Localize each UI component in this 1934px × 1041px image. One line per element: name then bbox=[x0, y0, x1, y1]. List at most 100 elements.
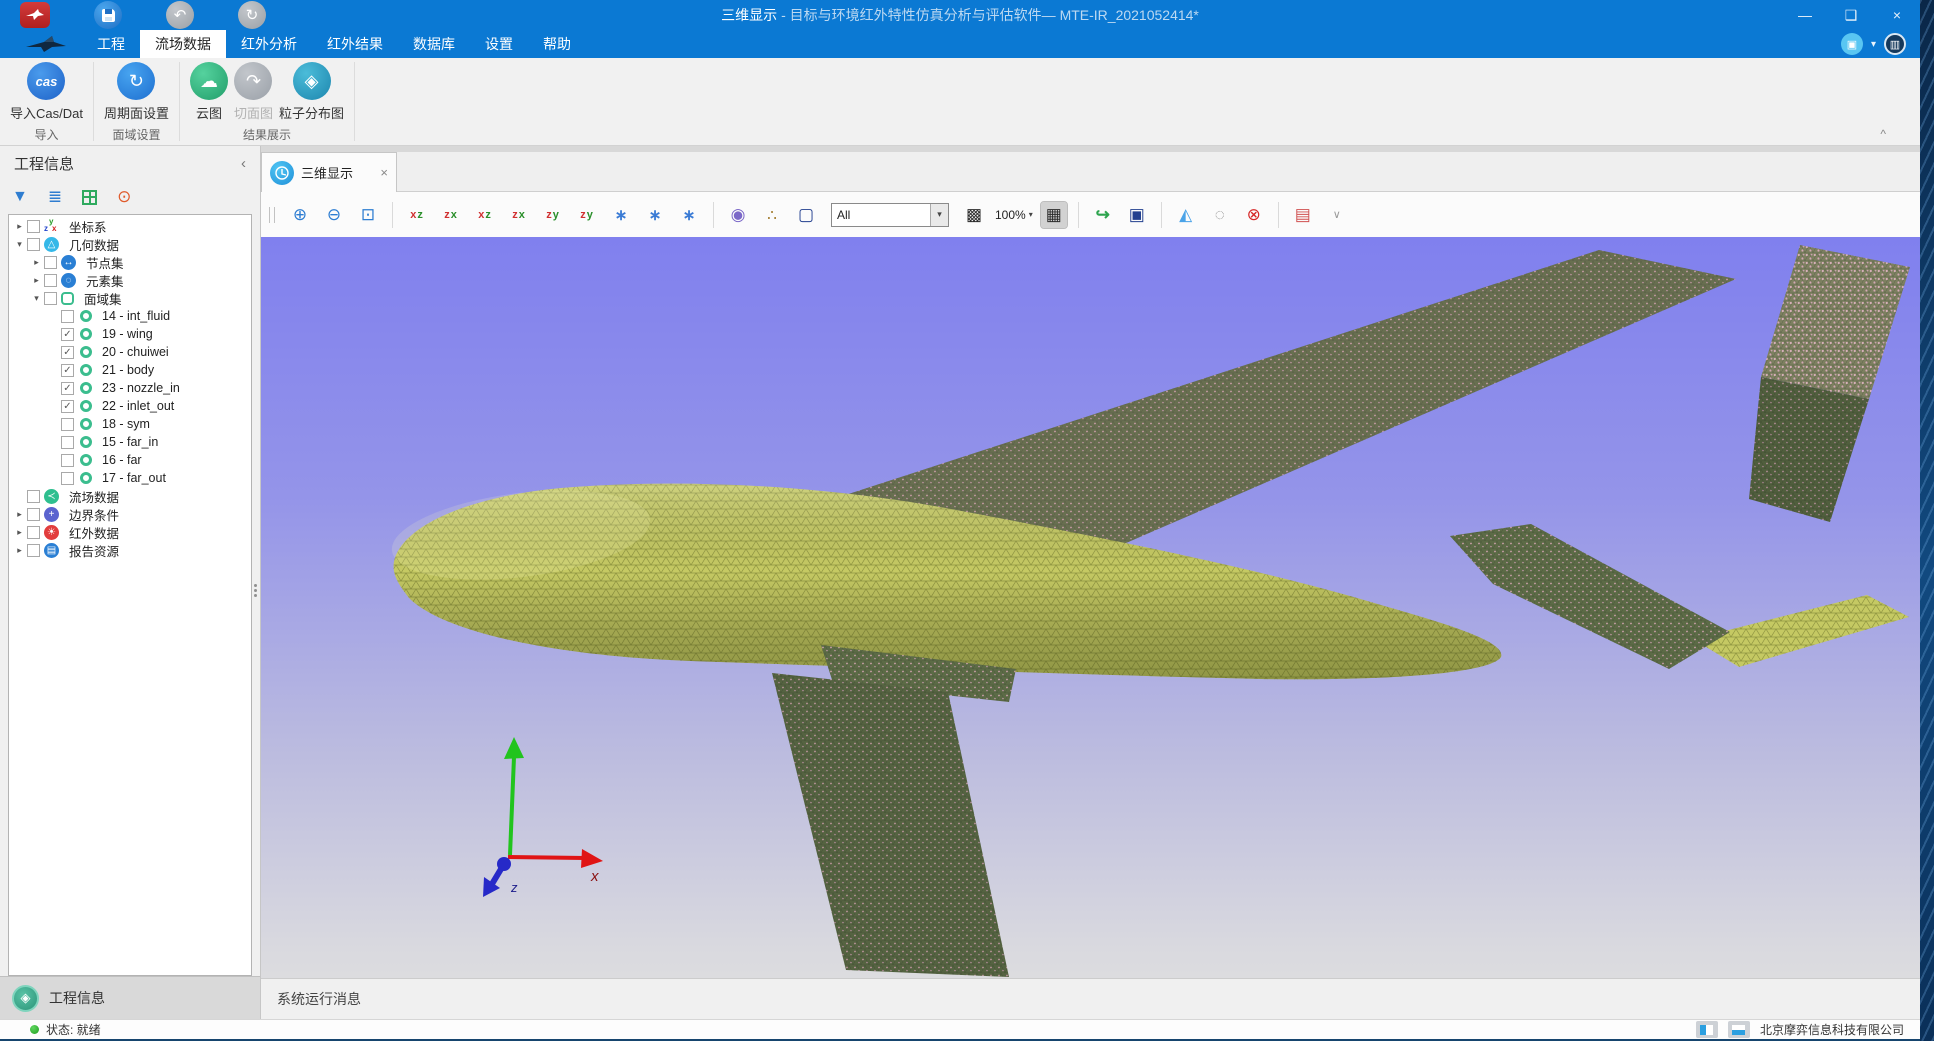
tab-close-icon[interactable]: × bbox=[380, 165, 388, 180]
ribbon-button-云图[interactable]: ☁云图 bbox=[190, 62, 228, 122]
checkbox-15 - far_in[interactable] bbox=[61, 436, 74, 449]
select-box-icon[interactable]: ▢ bbox=[793, 202, 819, 228]
screenshot-icon[interactable]: ▣ bbox=[1124, 202, 1150, 228]
close-button[interactable]: × bbox=[1874, 0, 1920, 30]
cancel-icon[interactable]: ⊗ bbox=[1241, 202, 1267, 228]
view-top-icon[interactable]: zy bbox=[540, 202, 566, 228]
mirror-icon[interactable]: ◭ bbox=[1173, 202, 1199, 228]
expander-closed-icon[interactable]: ▸ bbox=[13, 221, 26, 232]
checkbox-边界条件[interactable] bbox=[27, 508, 40, 521]
menu-item-设置[interactable]: 设置 bbox=[470, 30, 528, 58]
tree-item-节点集[interactable]: ▸↔节点集 bbox=[9, 253, 251, 271]
zoom-out-icon[interactable]: ⊖ bbox=[321, 202, 347, 228]
expander-closed-icon[interactable]: ▸ bbox=[13, 527, 26, 538]
filter-icon[interactable]: ▼ bbox=[12, 188, 28, 206]
view-back-icon[interactable]: zx bbox=[438, 202, 464, 228]
ribbon-button-切面图[interactable]: ↷切面图 bbox=[234, 62, 273, 122]
tab-3d-display[interactable]: 三维显示 × bbox=[261, 152, 397, 192]
expander-closed-icon[interactable]: ▸ bbox=[30, 257, 43, 268]
iso-view-3-icon[interactable]: ∗ bbox=[676, 202, 702, 228]
tree-item-14 - int_fluid[interactable]: 14 - int_fluid bbox=[9, 307, 251, 325]
minimize-button[interactable]: — bbox=[1782, 0, 1828, 30]
locate-target-icon[interactable]: ⊙ bbox=[117, 187, 131, 207]
checkbox-18 - sym[interactable] bbox=[61, 418, 74, 431]
share-arrow-icon[interactable]: ↪ bbox=[1090, 202, 1116, 228]
checkbox-22 - inlet_out[interactable]: ✓ bbox=[61, 400, 74, 413]
tree-item-报告资源[interactable]: ▸▤报告资源 bbox=[9, 541, 251, 559]
menu-item-帮助[interactable]: 帮助 bbox=[528, 30, 586, 58]
tree-item-19 - wing[interactable]: ✓19 - wing bbox=[9, 325, 251, 343]
tree-item-边界条件[interactable]: ▸+边界条件 bbox=[9, 505, 251, 523]
grid-view-icon[interactable] bbox=[82, 190, 97, 205]
tree-item-红外数据[interactable]: ▸☀红外数据 bbox=[9, 523, 251, 541]
panel-footer-bar[interactable]: ◈ 工程信息 bbox=[0, 976, 260, 1019]
tree-item-几何数据[interactable]: ▾△几何数据 bbox=[9, 235, 251, 253]
list-view-icon[interactable]: ≣ bbox=[48, 187, 62, 207]
checkbox-红外数据[interactable] bbox=[27, 526, 40, 539]
expander-closed-icon[interactable]: ▸ bbox=[13, 509, 26, 520]
tree-item-23 - nozzle_in[interactable]: ✓23 - nozzle_in bbox=[9, 379, 251, 397]
tree-item-22 - inlet_out[interactable]: ✓22 - inlet_out bbox=[9, 397, 251, 415]
view-right-icon[interactable]: zx bbox=[506, 202, 532, 228]
iso-view-2-icon[interactable]: ∗ bbox=[642, 202, 668, 228]
checkbox-报告资源[interactable] bbox=[27, 544, 40, 557]
checkbox-20 - chuiwei[interactable]: ✓ bbox=[61, 346, 74, 359]
view-front-icon[interactable]: xz bbox=[404, 202, 430, 228]
tree-item-21 - body[interactable]: ✓21 - body bbox=[9, 361, 251, 379]
checkbox-19 - wing[interactable]: ✓ bbox=[61, 328, 74, 341]
tree-item-17 - far_out[interactable]: 17 - far_out bbox=[9, 469, 251, 487]
panel-collapse-icon[interactable]: ‹ bbox=[241, 155, 246, 172]
ribbon-button-导入Cas/Dat[interactable]: cas导入Cas/Dat bbox=[10, 62, 83, 122]
checkbox-几何数据[interactable] bbox=[27, 238, 40, 251]
zoom-in-icon[interactable]: ⊕ bbox=[287, 202, 313, 228]
restore-button[interactable]: ❑ bbox=[1828, 0, 1874, 30]
combo-dropdown-icon[interactable]: ▾ bbox=[930, 204, 948, 226]
checkbox-21 - body[interactable]: ✓ bbox=[61, 364, 74, 377]
checkbox-14 - int_fluid[interactable] bbox=[61, 310, 74, 323]
checkbox-坐标系[interactable] bbox=[27, 220, 40, 233]
opacity-icon[interactable]: ▩ bbox=[961, 202, 987, 228]
nodes-icon[interactable]: ∴ bbox=[759, 202, 785, 228]
toolbar-grip[interactable] bbox=[269, 207, 275, 223]
grid-icon[interactable]: ▦ bbox=[1041, 202, 1067, 228]
tree-item-坐标系[interactable]: ▸yzx坐标系 bbox=[9, 217, 251, 235]
zoom-fit-icon[interactable]: ⊡ bbox=[355, 202, 381, 228]
view-bottom-icon[interactable]: zy bbox=[574, 202, 600, 228]
menu-item-红外分析[interactable]: 红外分析 bbox=[226, 30, 312, 58]
tree-item-元素集[interactable]: ▸◌元素集 bbox=[9, 271, 251, 289]
light-icon[interactable]: ◉ bbox=[725, 202, 751, 228]
help-book-icon[interactable]: ▥ bbox=[1884, 33, 1906, 55]
expander-open-icon[interactable]: ▾ bbox=[13, 239, 26, 250]
panel-splitter[interactable] bbox=[254, 582, 258, 599]
menu-item-工程[interactable]: 工程 bbox=[82, 30, 140, 58]
tree-item-18 - sym[interactable]: 18 - sym bbox=[9, 415, 251, 433]
checkbox-16 - far[interactable] bbox=[61, 454, 74, 467]
ribbon-button-周期面设置[interactable]: ↻周期面设置 bbox=[104, 62, 169, 122]
tree-item-流场数据[interactable]: ≺流场数据 bbox=[9, 487, 251, 505]
menu-item-流场数据[interactable]: 流场数据 bbox=[140, 30, 226, 58]
checkbox-17 - far_out[interactable] bbox=[61, 472, 74, 485]
tree-item-16 - far[interactable]: 16 - far bbox=[9, 451, 251, 469]
zoom-level-dropdown[interactable]: 100%▾ bbox=[995, 208, 1033, 222]
ribbon-button-粒子分布图[interactable]: ◈粒子分布图 bbox=[279, 62, 344, 122]
tree-item-面域集[interactable]: ▾面域集 bbox=[9, 289, 251, 307]
panel-layout-left-icon[interactable] bbox=[1696, 1021, 1718, 1038]
checkbox-面域集[interactable] bbox=[44, 292, 57, 305]
menu-item-红外结果[interactable]: 红外结果 bbox=[312, 30, 398, 58]
checkbox-流场数据[interactable] bbox=[27, 490, 40, 503]
workspace-icon[interactable]: ▣ bbox=[1841, 33, 1863, 55]
toolbar-caret-icon[interactable]: ∨ bbox=[1324, 202, 1350, 228]
panel-layout-bottom-icon[interactable] bbox=[1728, 1021, 1750, 1038]
display-filter-combobox[interactable]: All▾ bbox=[831, 203, 949, 227]
checkbox-节点集[interactable] bbox=[44, 256, 57, 269]
iso-view-1-icon[interactable]: ∗ bbox=[608, 202, 634, 228]
expander-closed-icon[interactable]: ▸ bbox=[30, 275, 43, 286]
chevron-down-icon[interactable]: ▾ bbox=[1871, 39, 1876, 50]
ribbon-collapse-icon[interactable]: ^ bbox=[1880, 127, 1886, 141]
viewport-3d[interactable]: x z bbox=[261, 237, 1920, 978]
view-left-icon[interactable]: xz bbox=[472, 202, 498, 228]
expander-open-icon[interactable]: ▾ bbox=[30, 293, 43, 304]
export-box-icon[interactable]: ▤ bbox=[1290, 202, 1316, 228]
checkbox-元素集[interactable] bbox=[44, 274, 57, 287]
menu-item-数据库[interactable]: 数据库 bbox=[398, 30, 470, 58]
